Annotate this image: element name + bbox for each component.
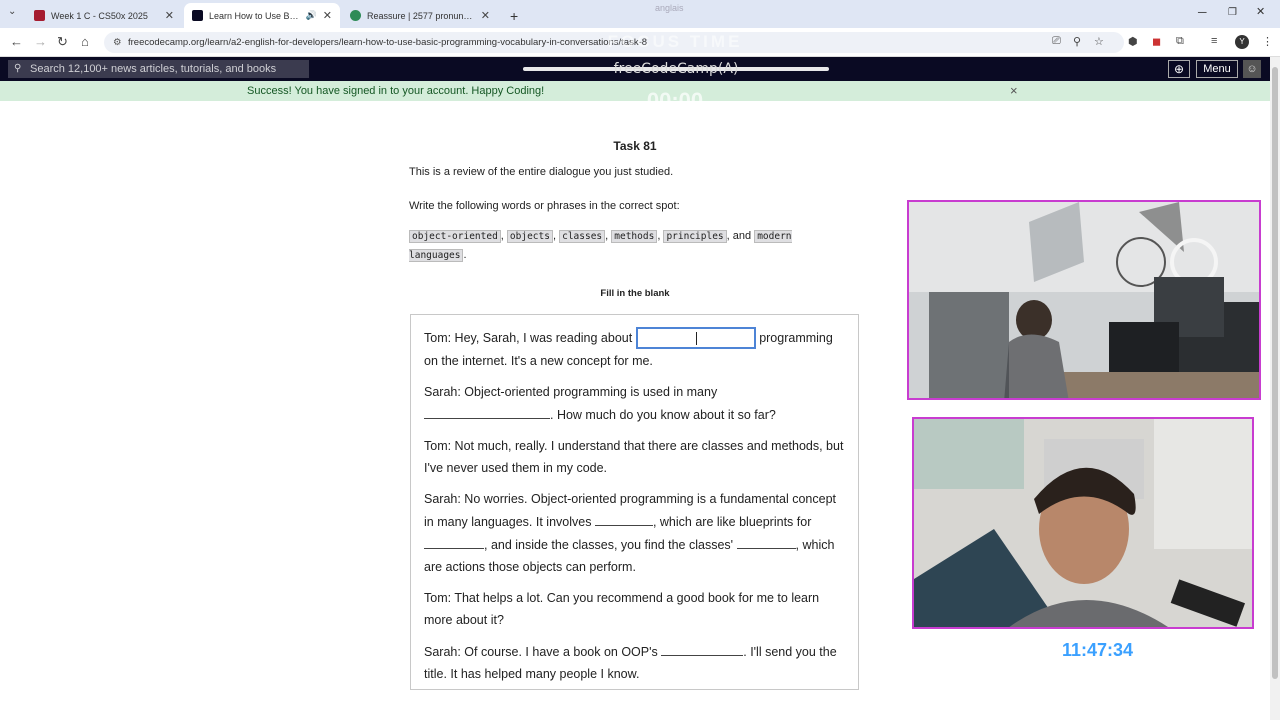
fcc-favicon-icon (192, 10, 203, 21)
search-icon: ⚲ (14, 63, 22, 74)
dialogue-text: Sarah: Of course. I have a book on OOP's (424, 644, 658, 659)
menu-button[interactable]: Menu (1196, 60, 1238, 78)
browser-menu-icon[interactable]: ⋮ (1262, 35, 1273, 48)
bookmark-star-icon[interactable]: ☆ (1094, 35, 1104, 48)
fcc-logo[interactable]: freeCodeCamp(A) (523, 57, 829, 81)
blank-input-4[interactable] (424, 533, 484, 549)
blank-input-1[interactable] (635, 326, 756, 349)
dialogue-text: Tom: That helps a lot. Can you recommend… (424, 590, 820, 627)
tab-title: Week 1 C - CS50x 2025 (51, 10, 148, 21)
alert-close-button[interactable]: × (1010, 81, 1018, 101)
fill-in-blank-heading: Fill in the blank (600, 288, 670, 299)
reading-list-icon[interactable]: ≡ (1211, 35, 1217, 47)
blank-input-6[interactable] (661, 640, 744, 656)
maximize-button[interactable]: ❐ (1228, 7, 1237, 18)
profile-avatar[interactable]: Y (1235, 35, 1249, 49)
dialogue-text: Sarah: Object-oriented programming is us… (424, 384, 718, 399)
close-tab-icon[interactable]: ✕ (323, 9, 332, 22)
dialogue-text: , and inside the classes, you find the c… (484, 537, 734, 552)
close-tab-icon[interactable]: ✕ (165, 9, 174, 22)
dialogue-line: Tom: That helps a lot. Can you recommend… (424, 587, 845, 631)
dialogue-line: Sarah: Object-oriented programming is us… (424, 381, 845, 426)
face-camera-image (914, 419, 1252, 627)
scrollbar-thumb[interactable] (1272, 67, 1278, 679)
browser-tab-freecodecamp[interactable]: Learn How to Use Basic Pro 🔊 ✕ (184, 3, 340, 28)
youglish-favicon-icon (350, 10, 361, 21)
user-avatar[interactable]: ☺ (1243, 60, 1261, 78)
dialogue-line: Sarah: Of course. I have a book on OOP's… (424, 640, 845, 685)
text-cursor (695, 331, 697, 345)
language-globe-icon[interactable]: ⊕ (1168, 60, 1190, 78)
task-title: Task 81 (613, 139, 657, 153)
dialogue-line: Sarah: No worries. Object-oriented progr… (424, 488, 845, 578)
new-tab-button[interactable]: + (502, 3, 526, 28)
extension-icon[interactable]: ⬢ (1128, 35, 1138, 48)
harvard-favicon-icon (34, 10, 45, 21)
page-scrollbar[interactable] (1270, 57, 1280, 720)
word-code: methods (611, 230, 658, 243)
blank-input-2[interactable] (424, 403, 550, 419)
install-app-icon[interactable]: ⎚ (1052, 35, 1061, 48)
tab-title: Learn How to Use Basic Pro (209, 10, 300, 21)
and-text: and (732, 230, 752, 242)
task-instruction: Write the following words or phrases in … (409, 200, 680, 212)
focus-timer: 00:00 (646, 88, 704, 113)
word-code: objects (506, 230, 553, 243)
task-intro: This is a review of the entire dialogue … (409, 166, 674, 178)
home-icon[interactable]: ⌂ (81, 34, 89, 49)
back-icon[interactable]: ← (10, 34, 23, 49)
dialogue-text: Tom: Not much, really. I understand that… (424, 438, 844, 475)
word-code: object-oriented (409, 230, 501, 243)
url-text: freecodecamp.org/learn/a2-english-for-de… (128, 37, 648, 48)
word-code: classes (559, 230, 606, 243)
dialogue-box: Tom: Hey, Sarah, I was reading about pro… (410, 314, 859, 690)
extension-red-icon[interactable]: ◼ (1152, 35, 1161, 48)
browser-tab-bar: ⌄ Week 1 C - CS50x 2025 ✕ Learn How to U… (0, 0, 1280, 28)
logo-text: freeCodeCamp(A) (613, 61, 739, 77)
alert-message: Success! You have signed in to your acco… (247, 85, 545, 97)
word-list: object-oriented, objects, classes, metho… (409, 230, 792, 262)
focus-time-overlay: FOCUS TIME (607, 32, 743, 51)
dialogue-line: Tom: Not much, really. I understand that… (424, 435, 845, 479)
forward-icon[interactable]: → (34, 34, 47, 49)
dialogue-text: . How much do you know about it so far? (550, 407, 776, 422)
webcam-room-view (907, 200, 1261, 400)
site-info-icon[interactable]: ⚙ (113, 32, 122, 53)
search-placeholder: Search 12,100+ news articles, tutorials,… (30, 63, 277, 75)
browser-tab-reassure[interactable]: Reassure | 2577 pronunciations ✕ (342, 3, 498, 28)
blank-input-3[interactable] (594, 510, 653, 526)
browser-tab-cs50[interactable]: Week 1 C - CS50x 2025 ✕ (26, 3, 182, 28)
extensions-puzzle-icon[interactable]: ⧉ (1176, 35, 1184, 48)
close-window-button[interactable]: ✕ (1256, 5, 1265, 18)
blank-input-5[interactable] (736, 533, 796, 549)
reload-icon[interactable]: ↻ (57, 34, 68, 50)
word-code: principles (663, 230, 727, 243)
dialogue-line: Tom: Hey, Sarah, I was reading about pro… (424, 326, 845, 372)
dialogue-text: Tom: Hey, Sarah, I was reading about (424, 331, 633, 345)
webcam-face-view (912, 417, 1254, 629)
speaker-icon[interactable]: 🔊 (306, 10, 317, 21)
fcc-navbar: ⚲ Search 12,100+ news articles, tutorial… (0, 57, 1270, 81)
close-tab-icon[interactable]: ✕ (481, 9, 490, 22)
tab-search-icon[interactable]: ⌄ (8, 6, 16, 17)
dialogue-text: , which are like blueprints for (652, 514, 812, 529)
minimize-button[interactable]: ─ (1198, 5, 1207, 19)
stream-clock: 11:47:34 (1062, 640, 1134, 660)
tab-title: Reassure | 2577 pronunciations (367, 10, 475, 21)
zoom-icon[interactable]: ⚲ (1073, 35, 1081, 48)
window-label: anglais (655, 3, 684, 13)
room-camera-image (909, 202, 1259, 398)
search-input[interactable]: ⚲ Search 12,100+ news articles, tutorial… (8, 60, 309, 78)
